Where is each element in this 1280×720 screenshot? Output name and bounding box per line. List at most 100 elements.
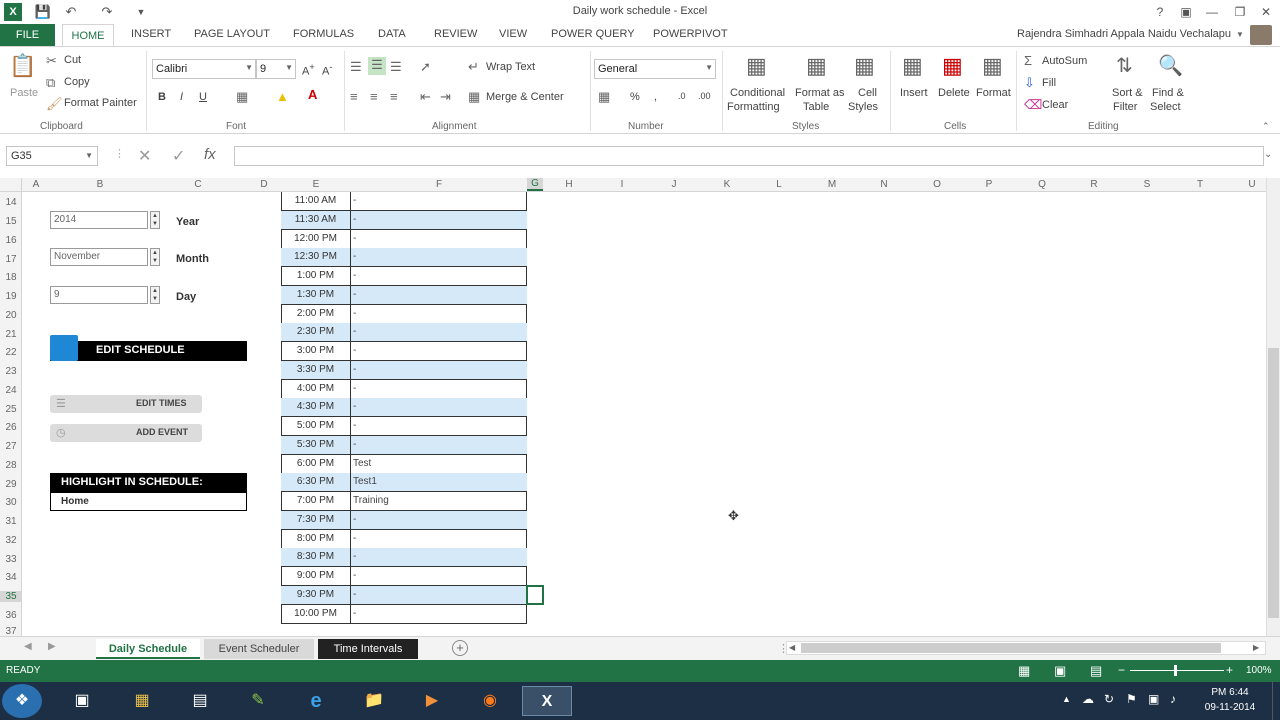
column-header[interactable]: A xyxy=(30,179,42,190)
tab-home[interactable]: HOME xyxy=(62,24,114,47)
month-spinner[interactable]: ▲ ▼ xyxy=(150,248,160,266)
page-break-view-icon[interactable]: ▤ xyxy=(1090,663,1102,679)
horizontal-scrollbar[interactable]: ◀ ▶ xyxy=(786,641,1266,655)
table-row[interactable]: 7:30 PM - xyxy=(281,511,527,530)
column-header[interactable]: L xyxy=(773,179,785,190)
help-icon[interactable]: ? xyxy=(1150,3,1170,21)
column-header[interactable]: T xyxy=(1194,179,1206,190)
comma-icon[interactable]: , xyxy=(654,91,657,103)
row-header[interactable]: 32 xyxy=(0,535,22,546)
table-row[interactable]: 2:30 PM - xyxy=(281,323,527,342)
align-right-icon[interactable]: ≡ xyxy=(390,89,398,104)
column-header[interactable]: F xyxy=(433,179,445,190)
column-header[interactable]: J xyxy=(668,179,680,190)
align-top-icon[interactable]: ☰ xyxy=(350,59,362,75)
column-header[interactable]: Q xyxy=(1036,179,1048,190)
find-select-button[interactable]: Find & xyxy=(1152,87,1184,99)
table-row[interactable]: 7:00 PM Training xyxy=(281,492,527,511)
row-header[interactable]: 31 xyxy=(0,516,22,527)
row-header[interactable]: 20 xyxy=(0,310,22,321)
year-spinner[interactable]: ▲ ▼ xyxy=(150,211,160,229)
insert-function-icon[interactable]: fx xyxy=(204,146,216,163)
close-icon[interactable]: ✕ xyxy=(1256,3,1276,21)
find-select-button-line2[interactable]: Select xyxy=(1150,101,1181,113)
clock-time[interactable]: PM 6:44 xyxy=(1204,687,1256,698)
conditional-formatting-button-line2[interactable]: Formatting xyxy=(727,101,780,113)
enter-icon[interactable]: ✓ xyxy=(172,146,185,166)
start-button-icon[interactable]: ❖ xyxy=(2,684,42,718)
vertical-scrollbar[interactable] xyxy=(1266,178,1280,636)
italic-button[interactable]: I xyxy=(180,91,183,103)
table-row[interactable]: 9:30 PM - xyxy=(281,586,527,605)
font-size-combo[interactable]: 9 ▼ xyxy=(256,59,296,79)
row-header[interactable]: 16 xyxy=(0,235,22,246)
autosum-button[interactable]: AutoSum xyxy=(1042,55,1087,67)
column-header[interactable]: R xyxy=(1088,179,1100,190)
row-header[interactable]: 29 xyxy=(0,479,22,490)
number-format-combo[interactable]: General ▼ xyxy=(594,59,716,79)
expand-formula-icon[interactable]: ⌄ xyxy=(1264,149,1272,160)
row-header[interactable]: 22 xyxy=(0,347,22,358)
column-header-selected[interactable]: G xyxy=(527,178,543,191)
format-cells-button[interactable]: Format xyxy=(976,87,1011,99)
formula-input[interactable] xyxy=(234,146,1264,166)
table-row[interactable]: 5:30 PM - xyxy=(281,436,527,455)
row-header[interactable]: 25 xyxy=(0,404,22,415)
minimize-icon[interactable]: — xyxy=(1202,3,1222,21)
table-row[interactable]: 12:00 PM - xyxy=(281,230,527,249)
table-row[interactable]: 12:30 PM - xyxy=(281,248,527,267)
worksheet-grid[interactable]: 2014 ▲ ▼ Year November ▲ ▼ Month 9 ▲ ▼ Day … xyxy=(22,192,1266,636)
add-event-button[interactable]: ◷ ADD EVENT xyxy=(50,424,202,442)
show-desktop-button[interactable] xyxy=(1272,682,1280,720)
table-row[interactable]: 8:00 PM - xyxy=(281,530,527,549)
borders-icon[interactable]: ▦ xyxy=(236,89,248,105)
paste-button[interactable]: Paste xyxy=(10,87,38,99)
table-row[interactable]: 9:00 PM - xyxy=(281,567,527,586)
network-icon[interactable]: ▣ xyxy=(1148,692,1159,706)
zoom-slider-track[interactable] xyxy=(1130,670,1224,671)
row-header[interactable]: 30 xyxy=(0,497,22,508)
tab-page-layout[interactable]: PAGE LAYOUT xyxy=(194,28,270,40)
taskbar-app-icon[interactable]: ▦ xyxy=(120,686,164,716)
row-header[interactable]: 14 xyxy=(0,197,22,208)
avatar[interactable] xyxy=(1250,25,1272,45)
excel-taskbar-icon[interactable]: X xyxy=(522,686,572,716)
cell-styles-button-line2[interactable]: Styles xyxy=(848,101,878,113)
taskbar-app-icon[interactable]: ▣ xyxy=(60,686,104,716)
table-row[interactable]: 5:00 PM - xyxy=(281,417,527,436)
font-color-icon[interactable]: A xyxy=(308,87,317,102)
edit-times-button[interactable]: ☰ EDIT TIMES xyxy=(50,395,202,413)
increase-indent-icon[interactable]: ⇥ xyxy=(440,89,451,105)
row-header-selected[interactable]: 35 xyxy=(0,591,22,602)
row-header[interactable]: 19 xyxy=(0,291,22,302)
column-header[interactable]: P xyxy=(983,179,995,190)
normal-view-icon[interactable]: ▦ xyxy=(1018,663,1030,679)
cloud-icon[interactable]: ☁ xyxy=(1082,692,1094,706)
collapse-ribbon-icon[interactable]: ⌃ xyxy=(1262,121,1270,132)
insert-cells-button[interactable]: Insert xyxy=(900,87,928,99)
align-middle-icon[interactable]: ☰ xyxy=(368,57,386,75)
table-row[interactable]: 6:30 PM Test1 xyxy=(281,473,527,492)
page-layout-view-icon[interactable]: ▣ xyxy=(1054,663,1066,679)
table-row[interactable]: 2:00 PM - xyxy=(281,305,527,324)
decrease-indent-icon[interactable]: ⇤ xyxy=(420,89,431,105)
tab-view[interactable]: VIEW xyxy=(499,28,527,40)
restore-icon[interactable]: ❐ xyxy=(1230,3,1250,21)
column-header[interactable]: O xyxy=(931,179,943,190)
add-sheet-icon[interactable]: + xyxy=(452,640,468,656)
table-row[interactable]: 8:30 PM - xyxy=(281,548,527,567)
clear-button[interactable]: Clear xyxy=(1042,99,1068,111)
scroll-right-icon[interactable]: ▶ xyxy=(1253,643,1259,652)
decrease-decimal-icon[interactable]: .00 xyxy=(698,91,711,101)
sort-filter-button-line2[interactable]: Filter xyxy=(1113,101,1137,113)
user-name[interactable]: Rajendra Simhadri Appala Naidu Vechalapu xyxy=(1017,28,1231,40)
column-header[interactable]: S xyxy=(1141,179,1153,190)
sort-filter-button[interactable]: Sort & xyxy=(1112,87,1143,99)
table-row[interactable]: 4:30 PM - xyxy=(281,398,527,417)
row-header[interactable]: 23 xyxy=(0,366,22,377)
day-spinner[interactable]: ▲ ▼ xyxy=(150,286,160,304)
table-row[interactable]: 1:00 PM - xyxy=(281,267,527,286)
column-header[interactable]: I xyxy=(616,179,628,190)
zoom-out-icon[interactable]: − xyxy=(1118,663,1125,677)
tab-powerpivot[interactable]: POWERPIVOT xyxy=(653,28,728,40)
